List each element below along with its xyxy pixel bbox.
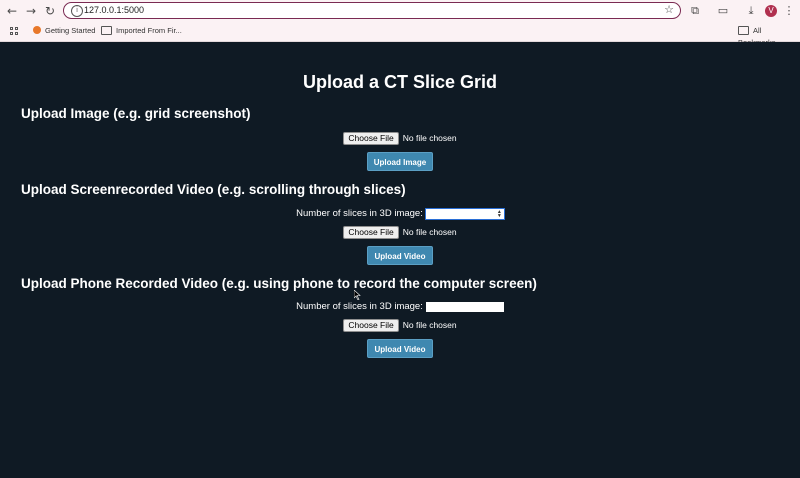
bookmark-imported[interactable]: Imported From Fir... [101, 25, 182, 37]
phone-video-slices-input[interactable] [425, 301, 504, 312]
slices-label: Number of slices in 3D image: [296, 208, 423, 219]
phone-video-file-row: Choose File No file chosen [0, 319, 800, 332]
phone-video-choose-file-button[interactable]: Choose File [343, 319, 399, 332]
address-bar[interactable]: i 127.0.0.1:5000 ☆ [63, 2, 681, 19]
upload-phone-video-button[interactable]: Upload Video [367, 339, 433, 358]
screen-video-section-heading: Upload Screenrecorded Video (e.g. scroll… [21, 182, 406, 197]
url-text[interactable]: 127.0.0.1:5000 [84, 4, 144, 17]
page-content: Upload a CT Slice Grid Upload Image (e.g… [0, 42, 800, 478]
phone-video-file-status: No file chosen [402, 320, 457, 330]
mouse-cursor-icon [354, 290, 361, 300]
bookmark-label: Imported From Fir... [116, 26, 182, 35]
page-title: Upload a CT Slice Grid [302, 72, 498, 92]
cast-icon[interactable]: ▭ [716, 4, 730, 18]
screen-video-slices-input[interactable]: ▲ ▼ [424, 207, 505, 220]
phone-video-section-heading: Upload Phone Recorded Video (e.g. using … [21, 276, 537, 291]
screen-video-slices-row: Number of slices in 3D image: ▲ ▼ [0, 207, 800, 220]
image-choose-file-button[interactable]: Choose File [343, 132, 399, 145]
apps-grid-icon[interactable] [10, 27, 19, 36]
bookmark-label: Getting Started [45, 26, 96, 35]
image-file-row: Choose File No file chosen [0, 132, 800, 145]
extensions-icon[interactable]: ⧉ [688, 4, 702, 18]
upload-image-button[interactable]: Upload Image [367, 152, 433, 171]
bookmarks-bar: Getting Started Imported From Fir... All… [0, 22, 800, 47]
phone-video-slices-row: Number of slices in 3D image: [0, 301, 800, 312]
forward-icon[interactable]: → [24, 4, 38, 18]
folder-icon [101, 25, 112, 35]
firefox-icon [33, 26, 41, 35]
number-spinner-icon[interactable]: ▲ ▼ [497, 209, 502, 218]
folder-icon [738, 25, 749, 35]
menu-icon[interactable]: ⋮ [782, 4, 796, 18]
profile-avatar[interactable]: V [765, 5, 777, 17]
browser-toolbar: ← → ↻ i 127.0.0.1:5000 ☆ ⧉ ▭ ⤓ V ⋮ [0, 0, 800, 22]
reload-icon[interactable]: ↻ [43, 4, 57, 18]
bookmark-star-icon[interactable]: ☆ [664, 3, 674, 16]
download-icon[interactable]: ⤓ [744, 4, 758, 18]
screen-video-file-status: No file chosen [402, 227, 457, 237]
image-file-status: No file chosen [402, 133, 457, 143]
site-info-icon[interactable]: i [71, 5, 83, 17]
image-section-heading: Upload Image (e.g. grid screenshot) [21, 106, 251, 121]
screen-video-choose-file-button[interactable]: Choose File [343, 226, 399, 239]
back-icon[interactable]: ← [5, 4, 19, 18]
slices-label: Number of slices in 3D image: [296, 301, 423, 312]
bookmark-getting-started[interactable]: Getting Started [33, 25, 95, 37]
screen-video-file-row: Choose File No file chosen [0, 226, 800, 239]
upload-screen-video-button[interactable]: Upload Video [367, 246, 433, 265]
